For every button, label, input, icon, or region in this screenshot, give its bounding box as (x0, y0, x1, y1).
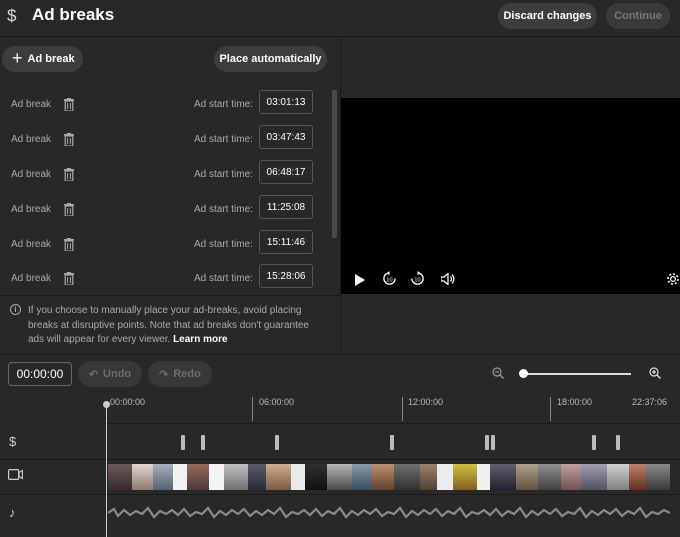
music-note-icon: ♪ (9, 505, 16, 520)
place-automatically-button[interactable]: Place automatically (214, 46, 327, 72)
ad-breaks-panel: + Ad break Place automatically Ad break … (0, 38, 340, 354)
trash-icon[interactable] (64, 168, 74, 181)
tick-mark (402, 397, 403, 421)
page-title: Ad breaks (32, 5, 115, 24)
tick-label: 00:00:00 (110, 397, 146, 407)
tick-label: 06:00:00 (259, 397, 295, 407)
ad-break-marker[interactable] (275, 435, 279, 450)
add-ad-break-label: Ad break (27, 53, 75, 65)
forward-10-icon[interactable]: 10 (410, 271, 425, 286)
ad-start-time-input[interactable]: 15:11:46 (259, 230, 313, 254)
ad-start-time-label: Ad start time: (194, 134, 253, 145)
time-ruler[interactable]: 00:00:00 06:00:00 12:00:00 18:00:00 22:3… (106, 394, 680, 424)
play-icon[interactable] (355, 274, 365, 286)
ad-break-track: $ (0, 425, 680, 460)
ad-break-marker[interactable] (181, 435, 185, 450)
ad-break-marker[interactable] (390, 435, 394, 450)
continue-button[interactable]: Continue (606, 3, 670, 29)
ad-break-label: Ad break (11, 99, 52, 110)
header: $ Ad breaks Discard changes Continue (0, 0, 680, 37)
trash-icon[interactable] (64, 272, 74, 285)
timeline-toolbar: 00:00:00 ↶ Undo ↷ Redo (0, 354, 680, 394)
rewind-10-label: 10 (386, 277, 392, 283)
trash-icon[interactable] (64, 203, 74, 216)
ad-break-marker[interactable] (592, 435, 596, 450)
settings-gear-icon[interactable] (666, 272, 680, 286)
info-notice: i If you choose to manually place your a… (0, 295, 340, 354)
undo-icon: ↶ (88, 368, 99, 381)
redo-label: Redo (173, 368, 201, 380)
ad-break-row: Ad break Ad start time: 03:01:13 (0, 89, 330, 124)
info-message: If you choose to manually place your ad-… (28, 305, 309, 345)
ad-start-time-label: Ad start time: (194, 273, 253, 284)
ad-start-time-input[interactable]: 06:48:17 (259, 160, 313, 184)
ad-break-label: Ad break (11, 134, 52, 145)
tick-label: 18:00:00 (557, 397, 593, 407)
ad-break-row: Ad break Ad start time: 15:11:46 (0, 229, 330, 264)
tick-mark (252, 397, 253, 421)
playhead[interactable] (106, 404, 107, 537)
info-icon: i (10, 304, 21, 315)
tick-label: 12:00:00 (408, 397, 444, 407)
undo-label: Undo (103, 368, 132, 380)
video-thumbnail-strip[interactable] (108, 464, 670, 490)
ad-start-time-input[interactable]: 15:28:06 (259, 264, 313, 288)
ad-start-time-input[interactable]: 03:47:43 (259, 125, 313, 149)
forward-10-label: 10 (414, 277, 420, 283)
discard-changes-button[interactable]: Discard changes (498, 3, 597, 29)
timeline: 00:00:00 06:00:00 12:00:00 18:00:00 22:3… (0, 394, 680, 537)
ad-start-time-label: Ad start time: (194, 169, 253, 180)
list-scrollbar[interactable] (332, 90, 337, 238)
tick-mark (550, 397, 551, 421)
trash-icon[interactable] (64, 238, 74, 251)
trash-icon[interactable] (64, 133, 74, 146)
ad-break-marker[interactable] (491, 435, 495, 450)
ad-break-marker[interactable] (616, 435, 620, 450)
zoom-out-icon[interactable] (492, 367, 504, 379)
video-camera-icon (8, 469, 23, 480)
tick-label: 22:37:06 (632, 397, 668, 407)
ad-break-label: Ad break (11, 204, 52, 215)
dollar-icon: $ (9, 434, 17, 449)
playhead-handle[interactable] (103, 401, 110, 408)
zoom-slider-track[interactable] (521, 373, 631, 375)
ad-break-label: Ad break (11, 239, 52, 250)
ad-break-row: Ad break Ad start time: 15:28:06 (0, 263, 330, 298)
ad-break-marker[interactable] (201, 435, 205, 450)
info-text: If you choose to manually place your ad-… (28, 304, 324, 348)
add-ad-break-button[interactable]: + Ad break (2, 46, 83, 72)
ad-break-row: Ad break Ad start time: 06:48:17 (0, 159, 330, 194)
ad-break-label: Ad break (11, 273, 52, 284)
ad-start-time-label: Ad start time: (194, 99, 253, 110)
video-player[interactable] (341, 98, 680, 294)
ad-break-row: Ad break Ad start time: 11:25:08 (0, 194, 330, 229)
redo-icon: ↷ (159, 368, 169, 381)
ad-start-time-input[interactable]: 03:01:13 (259, 90, 313, 114)
dollar-icon: $ (7, 6, 17, 25)
redo-button[interactable]: ↷ Redo (148, 361, 212, 387)
rewind-10-icon[interactable]: 10 (382, 271, 397, 286)
zoom-slider-handle[interactable] (519, 369, 528, 378)
ad-start-time-label: Ad start time: (194, 239, 253, 250)
learn-more-link[interactable]: Learn more (173, 334, 227, 345)
timecode-input[interactable]: 00:00:00 (8, 362, 72, 386)
ad-start-time-input[interactable]: 11:25:08 (259, 195, 313, 219)
undo-button[interactable]: ↶ Undo (78, 361, 142, 387)
video-preview: 10 10 (341, 38, 680, 294)
volume-icon[interactable] (441, 273, 455, 285)
plus-icon: + (12, 48, 23, 68)
ad-break-marker[interactable] (485, 435, 489, 450)
zoom-in-icon[interactable] (649, 367, 661, 379)
ad-break-label: Ad break (11, 169, 52, 180)
ad-break-row: Ad break Ad start time: 03:47:43 (0, 124, 330, 159)
trash-icon[interactable] (64, 98, 74, 111)
ad-start-time-label: Ad start time: (194, 204, 253, 215)
audio-waveform[interactable] (108, 502, 670, 524)
